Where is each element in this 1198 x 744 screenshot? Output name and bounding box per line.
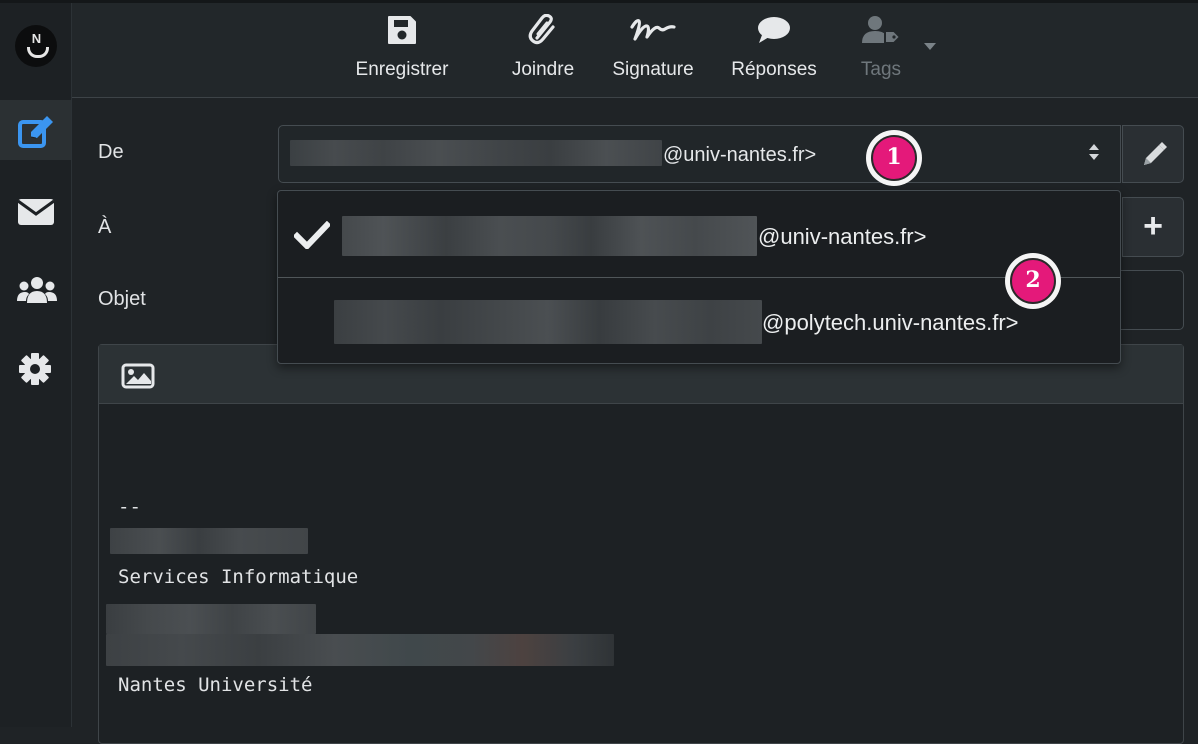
- save-icon: [388, 16, 416, 44]
- sidebar-item-contacts[interactable]: [0, 259, 71, 319]
- responses-button[interactable]: Réponses: [720, 3, 828, 97]
- save-label: Enregistrer: [355, 59, 449, 80]
- redacted-option-1-name: [342, 216, 757, 256]
- callout-2-number: 2: [1010, 258, 1056, 304]
- tags-dropdown-caret[interactable]: [924, 43, 936, 50]
- image-icon[interactable]: [121, 363, 155, 389]
- add-recipient-button[interactable]: +: [1122, 197, 1184, 257]
- attach-button[interactable]: Joindre: [498, 3, 588, 97]
- redacted-sender-name: [290, 140, 662, 166]
- subject-label: Objet: [98, 288, 146, 310]
- signature-icon: [630, 19, 676, 41]
- redacted-signature-name: [110, 528, 308, 554]
- redacted-signature-line1: [106, 604, 316, 634]
- tags-label: Tags: [860, 59, 902, 80]
- responses-label: Réponses: [731, 59, 817, 80]
- signature-services: Services Informatique: [118, 566, 359, 588]
- paperclip-icon: [528, 14, 555, 45]
- logo-text: N: [31, 31, 41, 46]
- signature-label: Signature: [612, 59, 694, 80]
- attach-label: Joindre: [511, 59, 575, 80]
- sidebar-item-compose[interactable]: [0, 100, 71, 160]
- callout-1-number: 1: [871, 135, 917, 181]
- save-button[interactable]: Enregistrer: [342, 3, 462, 97]
- sidebar-item-settings[interactable]: [0, 336, 71, 396]
- signature-separator: --: [118, 496, 141, 518]
- from-label: De: [98, 141, 124, 163]
- edit-identity-button[interactable]: [1122, 125, 1184, 183]
- sidebar-nav: N: [0, 3, 72, 727]
- callout-2: 2: [1005, 253, 1061, 309]
- tags-button[interactable]: Tags: [846, 3, 916, 97]
- sidebar-item-mail[interactable]: [0, 181, 71, 241]
- option-1-email-domain: @univ-nantes.fr>: [758, 224, 927, 249]
- users-icon: [17, 277, 57, 303]
- subject-input[interactable]: [1118, 270, 1184, 330]
- redacted-signature-line2: [106, 634, 614, 666]
- compose-icon: [18, 116, 53, 148]
- gear-icon: [19, 353, 51, 385]
- option-2-email-domain: @polytech.univ-nantes.fr>: [762, 310, 1019, 335]
- callout-1: 1: [866, 130, 922, 186]
- redacted-option-2-name: [334, 300, 762, 344]
- compose-toolbar: Enregistrer Joindre Signature Réponses T…: [72, 3, 1198, 98]
- pencil-icon: [1144, 142, 1167, 165]
- user-tag-icon: [862, 16, 901, 44]
- app-logo[interactable]: N: [15, 25, 57, 67]
- signature-university: Nantes Université: [118, 674, 313, 696]
- from-email-domain: @univ-nantes.fr>: [663, 144, 817, 166]
- envelope-icon: [17, 199, 55, 225]
- check-icon: [294, 221, 330, 249]
- logo-smile-shape: [27, 47, 49, 58]
- speech-bubble-icon: [758, 17, 790, 43]
- signature-button[interactable]: Signature: [602, 3, 704, 97]
- select-arrows-icon: [1089, 144, 1099, 160]
- to-label: À: [98, 216, 112, 238]
